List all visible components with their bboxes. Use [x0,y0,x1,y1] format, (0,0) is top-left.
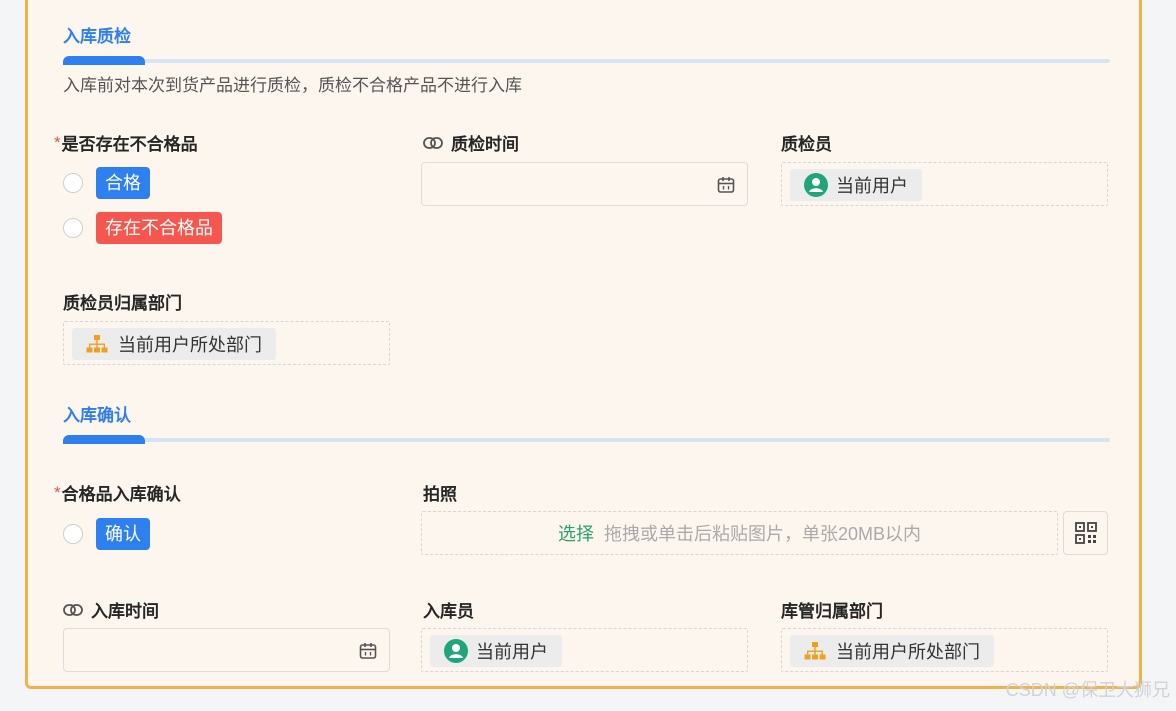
radio-option-qualified[interactable]: 合格 [63,167,150,199]
field-label-text: 质检时间 [451,135,519,154]
calendar-icon[interactable] [717,176,735,194]
dept-chip: 当前用户所处部门 [72,328,276,360]
field-label-warehouse-dept: 库管归属部门 [781,597,883,622]
field-label-stock-in-person: 入库员 [423,597,474,622]
radio-button[interactable] [63,173,83,193]
option-tag-has-unqualified[interactable]: 存在不合格品 [96,212,222,244]
link-icon [423,136,443,149]
section-divider-accent [63,56,145,65]
photo-upload-area[interactable]: 选择 拖拽或单击后粘贴图片，单张20MB以内 [421,511,1058,555]
radio-option-has-unqualified[interactable]: 存在不合格品 [63,212,222,244]
field-label-qualified-confirm: * 合格品入库确认 [54,480,181,505]
field-label-stock-in-time: 入库时间 [63,597,159,622]
inspection-time-input[interactable] [421,162,748,206]
required-mark: * [54,132,61,152]
radio-button[interactable] [63,524,83,544]
section-title-quality-check: 入库质检 [63,27,131,46]
user-chip-label: 当前用户 [836,176,908,196]
option-tag-qualified[interactable]: 合格 [96,167,150,199]
section-divider [63,435,1110,444]
user-icon [804,173,828,197]
option-tag-confirm[interactable]: 确认 [96,518,150,550]
field-label-text: 合格品入库确认 [61,485,181,504]
section-divider-accent [63,435,145,444]
field-label-inspection-time: 质检时间 [423,130,519,155]
watermark: CSDN @保卫大狮兄 [1005,680,1170,700]
calendar-icon[interactable] [359,642,377,660]
field-label-text: 拍照 [423,485,457,504]
field-label-text: 入库员 [423,602,474,621]
field-label-has-unqualified: * 是否存在不合格品 [54,130,198,155]
upload-select-link[interactable]: 选择 [558,520,594,546]
inspector-field[interactable]: 当前用户 [781,162,1108,206]
dept-chip-label: 当前用户所处部门 [836,642,980,662]
field-label-text: 库管归属部门 [781,602,883,621]
user-icon [444,639,468,663]
required-mark: * [54,482,61,502]
user-chip: 当前用户 [790,169,922,201]
upload-hint: 拖拽或单击后粘贴图片，单张20MB以内 [603,524,922,544]
section-title-stock-in-confirm: 入库确认 [63,406,131,425]
dept-chip: 当前用户所处部门 [790,635,994,667]
user-chip: 当前用户 [430,635,562,667]
field-label-text: 是否存在不合格品 [61,135,198,154]
org-icon [86,335,108,353]
user-chip-label: 当前用户 [476,642,548,662]
qrcode-upload-button[interactable] [1063,511,1108,555]
stock-in-time-input[interactable] [63,628,390,672]
section-divider [63,56,1110,65]
radio-button[interactable] [63,218,83,238]
warehouse-dept-field[interactable]: 当前用户所处部门 [781,628,1108,672]
field-label-text: 入库时间 [91,602,159,621]
field-label-text: 质检员归属部门 [63,294,182,313]
field-label-text: 质检员 [781,135,832,154]
dept-chip-label: 当前用户所处部门 [118,335,262,355]
section-description: 入库前对本次到货产品进行质检，质检不合格产品不进行入库 [63,76,522,95]
field-label-inspector-dept: 质检员归属部门 [63,289,182,314]
inspector-dept-field[interactable]: 当前用户所处部门 [63,321,390,365]
org-icon [804,642,826,660]
checkbox-option-confirm[interactable]: 确认 [63,518,150,550]
qrcode-icon [1074,522,1097,544]
stock-in-person-field[interactable]: 当前用户 [421,628,748,672]
form-card: 入库质检 入库前对本次到货产品进行质检，质检不合格产品不进行入库 * 是否存在不… [25,0,1142,689]
field-label-photo: 拍照 [423,480,457,505]
link-icon [63,603,83,616]
field-label-inspector: 质检员 [781,130,832,155]
